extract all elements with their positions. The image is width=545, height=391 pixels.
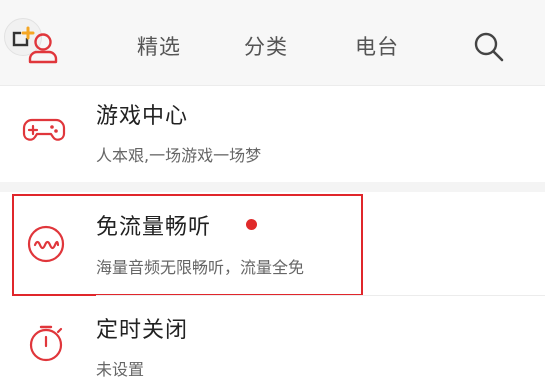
user-avatar-button[interactable] [4,18,64,70]
menu-item-game-center[interactable]: 游戏中心 人本艰,一场游戏一场梦 [0,86,545,182]
menu-item-title: 游戏中心 [96,104,189,129]
tab-featured[interactable]: 精选 [137,31,181,61]
menu-item-sleep-timer[interactable]: 定时关闭 未设置 [0,296,545,391]
section-divider [0,182,545,192]
gamepad-icon [22,118,66,141]
user-icon [28,33,58,64]
highlight-annotation-box [12,194,363,296]
menu-item-title: 定时关闭 [96,318,189,343]
timer-icon [29,325,63,362]
tab-radio[interactable]: 电台 [355,31,399,61]
search-icon[interactable] [472,30,506,64]
tab-categories[interactable]: 分类 [244,31,288,61]
menu-item-subtitle: 未设置 [96,360,145,379]
top-nav-bar: 精选 分类 电台 [0,0,545,86]
menu-item-subtitle: 人本艰,一场游戏一场梦 [96,146,262,165]
